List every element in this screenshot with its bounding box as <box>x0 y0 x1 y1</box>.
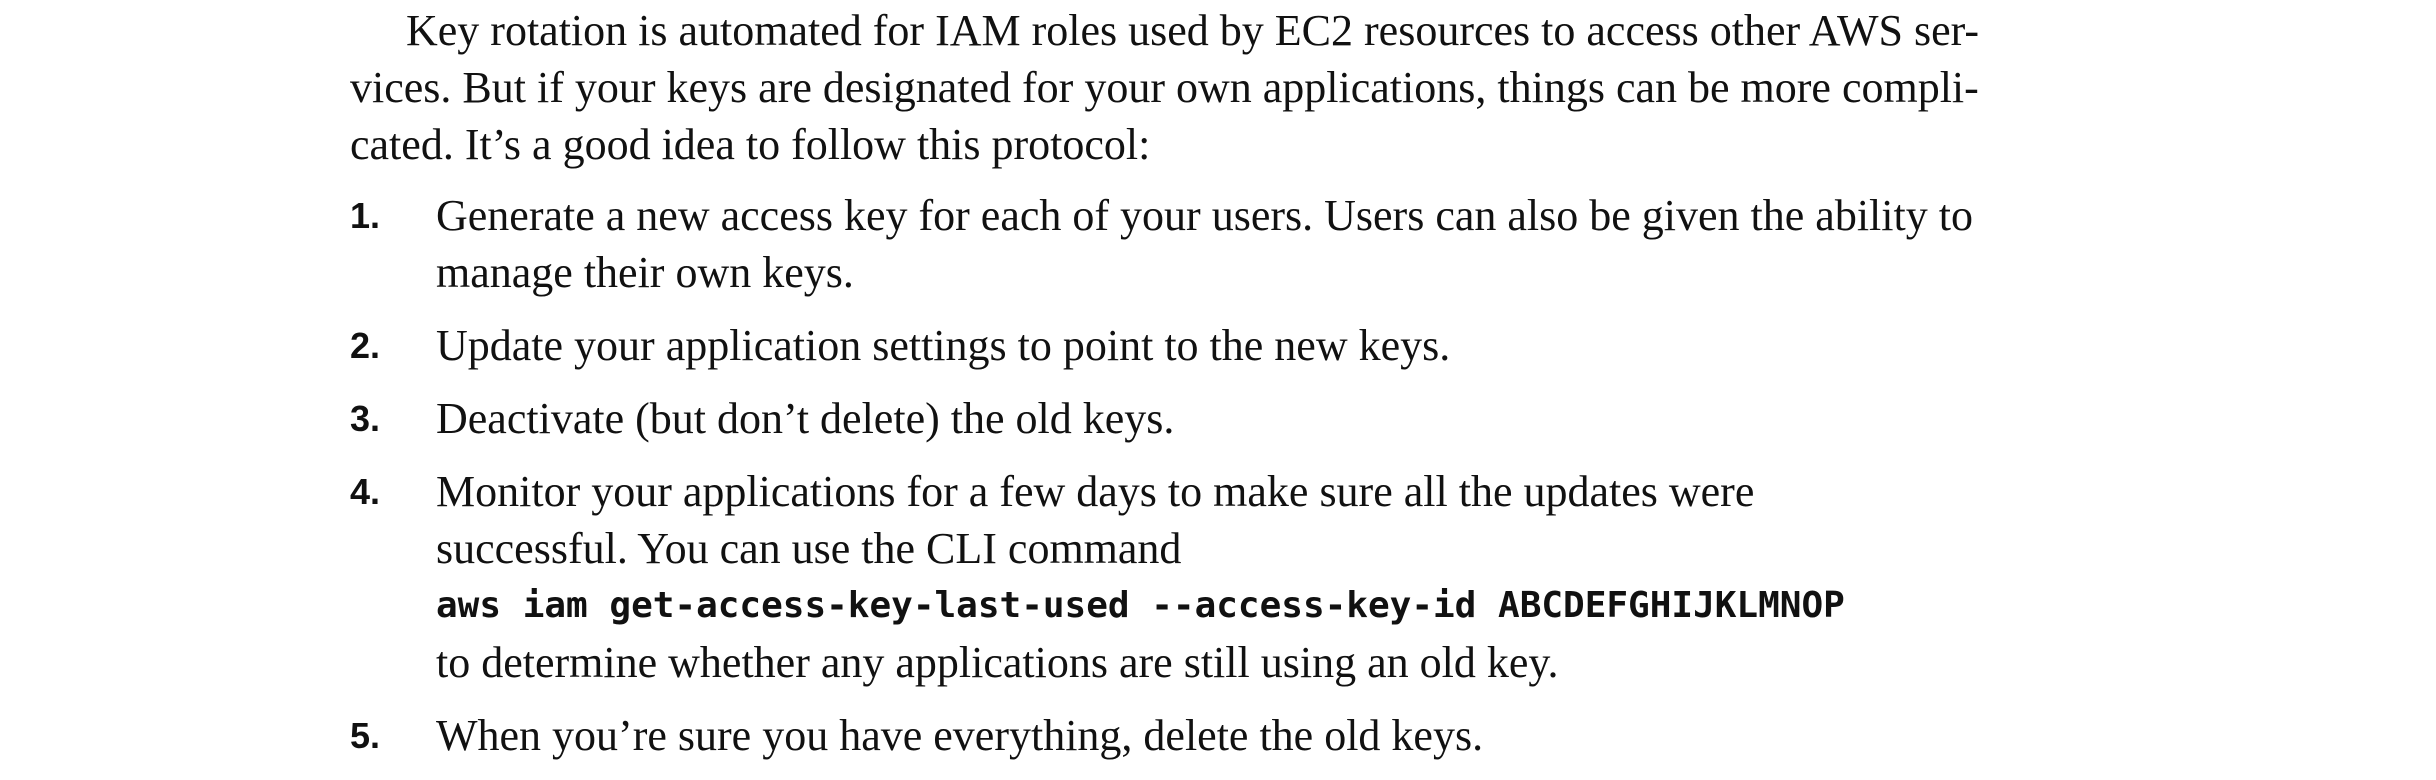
step-line: manage their own keys. <box>436 248 854 297</box>
list-item-step-4: 4. Monitor your applications for a few d… <box>350 463 2140 691</box>
step-text: When you’re sure you have everything, de… <box>436 707 1483 764</box>
intro-paragraph: Key rotation is automated for IAM roles … <box>350 0 2140 173</box>
cli-command: aws iam get-access-key-last-used --acces… <box>436 585 1845 626</box>
document-page: Key rotation is automated for IAM roles … <box>350 0 2140 780</box>
step-line: Generate a new access key for each of yo… <box>436 191 1973 240</box>
step-line: Deactivate (but don’t delete) the old ke… <box>436 394 1175 443</box>
step-line: successful. You can use the CLI command <box>436 524 1182 573</box>
step-line: Monitor your applications for a few days… <box>436 467 1755 516</box>
step-text: Deactivate (but don’t delete) the old ke… <box>436 390 1174 447</box>
step-line: to determine whether any applications ar… <box>436 638 1559 687</box>
step-number: 1. <box>350 195 381 236</box>
step-text: Update your application settings to poin… <box>436 317 1450 374</box>
list-item-step-1: 1. Generate a new access key for each of… <box>350 187 2140 301</box>
step-number: 2. <box>350 325 381 366</box>
step-number: 3. <box>350 398 381 439</box>
list-item-step-2: 2. Update your application settings to p… <box>350 317 2140 374</box>
step-number: 5. <box>350 715 381 756</box>
list-item-step-5: 5. When you’re sure you have everything,… <box>350 707 2140 764</box>
step-line: When you’re sure you have everything, de… <box>436 711 1484 760</box>
list-item-step-3: 3. Deactivate (but don’t delete) the old… <box>350 390 2140 447</box>
protocol-steps-list: 1. Generate a new access key for each of… <box>350 187 2140 764</box>
step-text: Generate a new access key for each of yo… <box>436 187 1973 301</box>
step-number: 4. <box>350 471 381 512</box>
intro-line: cated. It’s a good idea to follow this p… <box>350 120 1151 169</box>
intro-line: Key rotation is automated for IAM roles … <box>406 6 1980 55</box>
intro-line: vices. But if your keys are designated f… <box>350 63 1979 112</box>
step-line: Update your application settings to poin… <box>436 321 1451 370</box>
step-text: Monitor your applications for a few days… <box>436 463 1845 691</box>
